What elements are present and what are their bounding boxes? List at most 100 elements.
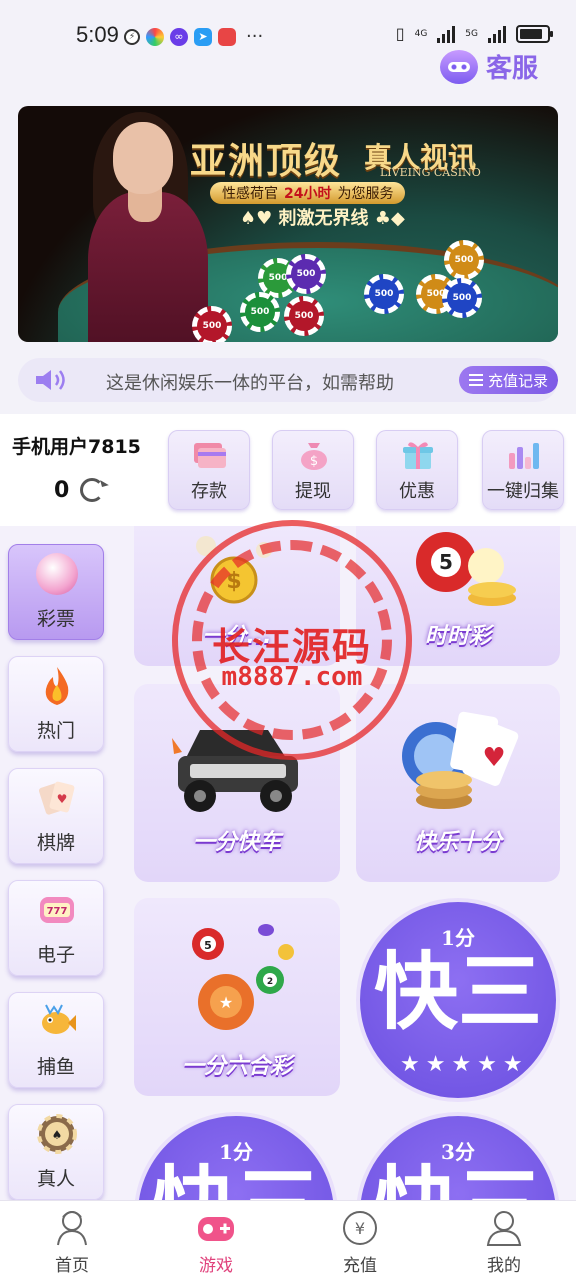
svg-text:¥: ¥ [355,1219,365,1238]
banner-pill: 性感荷官 24小时 为您服务 [210,182,406,204]
user-panel: 手机用户7815 0 存款 $ 提现 优惠 一键归集 [0,414,576,526]
banner-slogan: ♠♥ 刺激无界线 ♣◆ [240,208,405,229]
app-badge-icon [218,27,236,46]
yuan-coin-icon: ¥ [343,1211,377,1245]
game-name: 一分六合彩 [181,1054,292,1079]
nav-profile[interactable]: 我的 [432,1201,576,1280]
more-notifications: ··· [246,26,264,47]
nav-label: 首页 [55,1256,89,1276]
chips-cards-icon: ♥ [402,711,519,809]
bolt-icon: ⚡ [124,28,140,45]
chip-icon: 500 [284,296,324,336]
nav-games[interactable]: 游戏 [144,1201,288,1280]
home-icon [57,1211,87,1246]
pill-text-c: 为您服务 [337,186,394,202]
notice-marquee-text: 这是休闲娱乐一体的平台，如需帮助 [106,373,394,394]
game-tile-one-minute-mark-six[interactable]: 5 ★ 2 一分六合彩 [134,898,340,1096]
infinity-icon: ∞ [170,27,188,46]
stars-icon: ★★★★★ [400,1052,529,1077]
battery-icon [516,24,553,43]
nav-label: 我的 [487,1256,521,1276]
robot-headset-icon [439,49,478,84]
fire-icon [45,667,69,705]
network-type-a: 4G [414,28,428,39]
category-label: 真人 [36,1168,75,1190]
list-icon [468,374,483,386]
chip-icon: 500 [286,254,326,294]
deposit-button[interactable]: 存款 [168,430,250,510]
promo-banner[interactable]: 亚洲顶级 真人视讯 LIVEING CASINO 性感荷官 24小时 为您服务 … [18,106,558,342]
category-label: 棋牌 [36,832,75,854]
gamepad-icon [198,1217,234,1241]
bar-chart-icon [509,443,539,469]
promotions-label: 优惠 [399,481,435,502]
vibrate-icon: ▯ [395,24,405,43]
category-label: 电子 [36,944,75,966]
game-name: 快乐十分 [413,830,502,855]
pill-text-b: 24小时 [284,186,332,202]
slot-icon: 777 [40,897,74,923]
system-indicators: ▯ 4G 5G [395,24,553,43]
money-bag-icon: $ [301,443,327,470]
game-name: 快三 [138,1164,334,1200]
category-fishing[interactable]: 捕鱼 [8,992,104,1088]
lottery-balls-icon: 5 [416,532,516,606]
chip-icon: ♠ [37,1114,77,1154]
one-click-collect-button[interactable]: 一键归集 [482,430,564,510]
banner-title: 亚洲顶级 [190,141,343,182]
banner-subtitle-en: LIVEING CASINO [380,166,481,179]
svg-text:5: 5 [204,939,212,952]
watermark-url: m8887.com [221,662,363,692]
withdraw-button[interactable]: $ 提现 [272,430,354,510]
fish-icon [42,1004,76,1034]
chip-icon: 500 [240,292,280,332]
speaker-icon [36,370,65,390]
nav-recharge[interactable]: ¥ 充值 [288,1201,432,1280]
balance-value: 0 [54,478,70,503]
pinwheel-icon [146,27,164,46]
username: 手机用户7815 [12,436,141,458]
notification-icons: ⚡ ∞ ➤ ··· [124,26,263,47]
svg-text:5: 5 [439,550,453,574]
promotions-button[interactable]: 优惠 [376,430,458,510]
dealer-image [58,112,208,342]
nav-label: 游戏 [199,1256,233,1276]
recharge-records-label: 充值记录 [487,371,548,390]
nav-label: 充值 [343,1256,377,1276]
svg-text:★: ★ [219,993,233,1012]
paper-plane-icon: ➤ [194,27,212,46]
game-name: 快三 [360,1164,556,1200]
category-hot[interactable]: 热门 [8,656,104,752]
cards-icon: ♥ [38,781,75,815]
notice-bar: 这是休闲娱乐一体的平台，如需帮助 充值记录 [18,358,558,402]
card-icon [194,443,226,468]
category-electronic[interactable]: 777 电子 [8,880,104,976]
chip-icon: 500 [444,240,484,280]
game-tile-3min-k3[interactable]: 3分 快三 [356,1112,560,1200]
svg-text:♠: ♠ [52,1128,63,1142]
nav-home[interactable]: 首页 [0,1201,144,1280]
category-lottery[interactable]: 彩票 [8,544,104,640]
recharge-records-button[interactable]: 充值记录 [458,366,558,394]
category-label: 捕鱼 [36,1056,75,1078]
svg-text:2: 2 [267,977,273,987]
svg-text:♥: ♥ [57,792,68,806]
watermark-stamp: 长汪源码 m8887.com [172,520,412,760]
customer-service-button[interactable]: 客服 [439,48,538,85]
pill-text-a: 性感荷官 [222,186,278,202]
svg-text:777: 777 [47,906,68,917]
lottery-ball-icon [36,553,78,595]
signal-icon-2 [488,25,506,43]
game-tile-1min-k3-b[interactable]: 1分 快三 [134,1112,338,1200]
game-tile-1min-k3[interactable]: 1分 快三 ★★★★★ [356,898,560,1102]
chip-icon: 500 [364,274,404,314]
category-live[interactable]: ♠ 真人 [8,1104,104,1200]
bottom-nav: 首页 游戏 ¥ 充值 我的 [0,1200,576,1280]
refresh-icon[interactable] [80,478,104,502]
category-chess-cards[interactable]: ♥ 棋牌 [8,768,104,864]
customer-service-label: 客服 [485,54,538,84]
chip-icon: 500 [192,306,232,342]
one-click-collect-label: 一键归集 [487,481,559,502]
lottery-balls-icon: 5 ★ 2 [192,924,294,1030]
game-name: 快三 [373,943,542,1041]
